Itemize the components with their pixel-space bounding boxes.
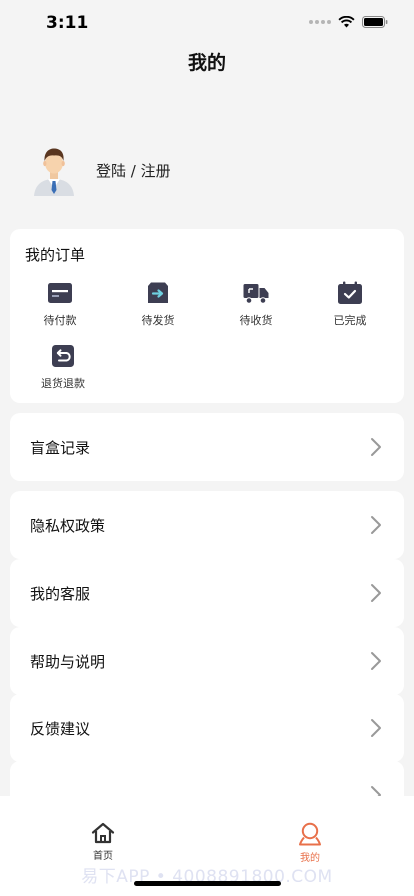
order-label: 待收货 [239,314,273,327]
order-pending-receipt[interactable]: 待收货 [216,281,296,328]
chevron-right-icon [371,584,381,602]
tab-home[interactable]: 首页 [73,822,133,862]
wifi-icon [338,16,355,28]
login-register-link[interactable]: 登陆 / 注册 [96,160,171,181]
menu-item-label: 盲盒记录 [30,438,91,457]
battery-icon [362,16,388,28]
status-time: 3:11 [46,13,89,33]
order-pending-shipment[interactable]: 待发货 [118,281,198,328]
status-bar: 3:11 [0,0,414,44]
menu-item-label: 隐私权政策 [30,516,106,535]
order-label: 待发货 [141,314,175,327]
menu-item-blind-box-records[interactable]: 盲盒记录 [10,413,404,481]
chevron-right-icon [371,516,381,534]
tab-label: 首页 [93,851,113,862]
my-orders-title: 我的订单 [25,246,86,264]
page-title: 我的 [187,52,226,74]
order-label: 已完成 [333,314,367,327]
truck-icon [243,284,269,304]
box-arrow-icon [148,282,168,303]
menu-item-privacy-policy[interactable]: 隐私权政策 [10,491,404,559]
chevron-right-icon [371,438,381,456]
chevron-right-icon [371,719,381,737]
home-indicator [134,881,281,886]
order-label: 待付款 [43,314,77,327]
avatar [34,148,74,196]
menu-item-help[interactable]: 帮助与说明 [10,627,404,695]
menu-item-feedback[interactable]: 反馈建议 [10,694,404,762]
order-label: 退货退款 [41,377,85,390]
menu-item-label: 反馈建议 [30,719,91,738]
my-orders-card: 我的订单 待付款 待发货 待收货 已完成 退货退款 [10,229,404,403]
card-icon [48,283,72,303]
menu-item-customer-service[interactable]: 我的客服 [10,559,404,627]
order-return-refund[interactable]: 退货退款 [23,344,103,391]
signal-icon [309,20,331,24]
calendar-check-icon [338,281,362,304]
status-icons [309,16,388,28]
menu-item-label: 我的客服 [30,584,91,603]
home-icon [91,822,115,844]
order-completed[interactable]: 已完成 [310,281,390,328]
chevron-right-icon [371,652,381,670]
menu-item-label: 帮助与说明 [30,652,106,671]
return-icon [52,345,74,367]
profile-login-row[interactable]: 登陆 / 注册 [30,144,171,196]
tab-mine[interactable]: 我的 [280,822,340,864]
order-pending-payment[interactable]: 待付款 [20,281,100,328]
user-icon [299,822,321,846]
